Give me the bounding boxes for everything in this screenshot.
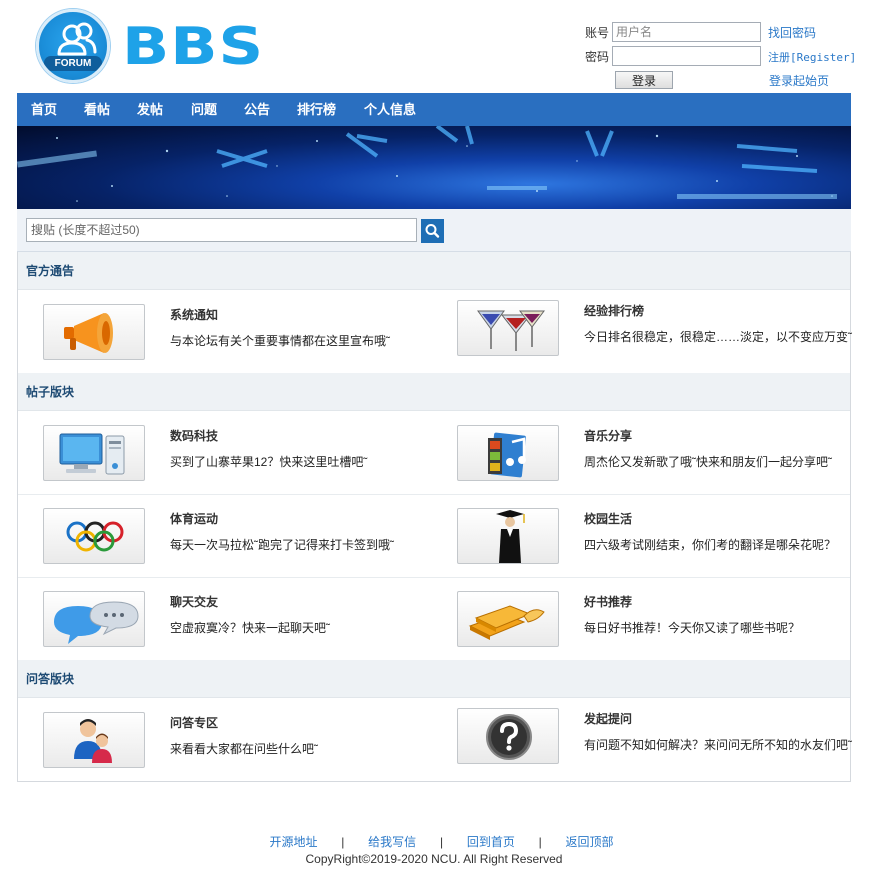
password-input[interactable] xyxy=(612,46,761,66)
forum-item-ask-question[interactable]: 发起提问 有问题不知如何解决？来问问无所不知的水友们吧˜ xyxy=(457,708,857,784)
brand-title: BBS xyxy=(122,15,265,77)
users-icon xyxy=(74,719,112,763)
forum-description: 有问题不知如何解决？来问问无所不知的水友们吧˜ xyxy=(584,738,852,752)
people-icon xyxy=(57,22,97,56)
footer-separator: | xyxy=(538,835,542,849)
footer-home-link[interactable]: 回到首页 xyxy=(467,835,515,849)
nav-home[interactable]: 首页 xyxy=(31,93,57,126)
forum-item-qa-zone[interactable]: 问答专区 来看看大家都在问些什么吧˜ xyxy=(43,712,443,788)
forum-thumb[interactable] xyxy=(457,708,559,764)
question-icon xyxy=(486,714,532,760)
row-divider xyxy=(18,494,850,495)
register-link[interactable]: 注册[Register] xyxy=(768,49,856,65)
section-posts-header: 帖子版块 xyxy=(18,373,850,411)
main-nav: 首页 看帖 发帖 问题 公告 排行榜 个人信息 xyxy=(17,93,851,126)
nav-announcements[interactable]: 公告 xyxy=(244,93,270,126)
username-input[interactable] xyxy=(612,22,761,42)
forum-item-exp-ranking[interactable]: 经验排行榜 今日排名很稳定，很稳定……淡定，以不变应万变˜ xyxy=(457,300,857,376)
nav-leaderboard[interactable]: 排行榜 xyxy=(297,93,336,126)
forum-description: 每日好书推荐！今天你又读了哪些书呢？ xyxy=(584,621,801,635)
forum-title[interactable]: 问答专区 xyxy=(170,714,218,731)
forum-title[interactable]: 体育运动 xyxy=(170,510,218,527)
forum-thumb[interactable] xyxy=(457,508,559,564)
graduate-icon xyxy=(496,510,525,563)
forum-item-campus[interactable]: 校园生活 四六级考试刚结束，你们考的翻译是哪朵花呢？ xyxy=(457,508,857,584)
footer-separator: | xyxy=(341,835,345,849)
forum-item-music[interactable]: 音乐分享 周杰伦又发新歌了哦˜快来和朋友们一起分享吧˜ xyxy=(457,425,857,501)
section-official-header: 官方通告 xyxy=(18,252,850,290)
search-bar xyxy=(17,209,851,252)
forum-title[interactable]: 好书推荐 xyxy=(584,593,632,610)
footer-source-link[interactable]: 开源地址 xyxy=(269,835,317,849)
forum-logo[interactable]: FORUM xyxy=(36,9,110,83)
forum-thumb[interactable] xyxy=(457,425,559,481)
forum-item-system-notice[interactable]: 系统通知 与本论坛有关个重要事情都在这里宣布哦˜ xyxy=(43,304,443,380)
forum-title[interactable]: 聊天交友 xyxy=(170,593,218,610)
search-icon xyxy=(425,224,440,238)
forum-description: 周杰伦又发新歌了哦˜快来和朋友们一起分享吧˜ xyxy=(584,455,832,469)
forum-thumb[interactable] xyxy=(43,304,145,360)
megaphone-icon xyxy=(64,313,113,353)
forum-title[interactable]: 系统通知 xyxy=(170,306,218,323)
forum-title[interactable]: 校园生活 xyxy=(584,510,632,527)
forum-description: 空虚寂寞冷？快来一起聊天吧˜ xyxy=(170,621,330,635)
footer-separator: | xyxy=(439,835,444,849)
nav-new-post[interactable]: 发帖 xyxy=(137,93,163,126)
logo-badge: FORUM xyxy=(44,56,102,71)
login-homepage-link[interactable]: 登录起始页 xyxy=(769,72,829,89)
forum-title[interactable]: 音乐分享 xyxy=(584,427,632,444)
forum-description: 四六级考试刚结束，你们考的翻译是哪朵花呢？ xyxy=(584,538,837,552)
forum-title[interactable]: 经验排行榜 xyxy=(584,302,644,319)
nav-profile[interactable]: 个人信息 xyxy=(364,93,416,126)
search-input[interactable] xyxy=(26,218,417,242)
forum-item-sports[interactable]: 体育运动 每天一次马拉松˜跑完了记得来打卡签到哦˜ xyxy=(43,508,443,584)
forum-thumb[interactable] xyxy=(457,300,559,356)
forum-panel: 官方通告 系统通知 与本论坛有关个重要事情都在这里宣布哦˜ 经验排行榜 今日排名… xyxy=(17,252,852,782)
forum-title[interactable]: 数码科技 xyxy=(170,427,218,444)
forum-thumb[interactable] xyxy=(43,712,145,768)
footer-mail-link[interactable]: 给我写信 xyxy=(368,835,416,849)
forum-title[interactable]: 发起提问 xyxy=(584,710,632,727)
forum-thumb[interactable] xyxy=(457,591,559,647)
nav-view-posts[interactable]: 看帖 xyxy=(84,93,110,126)
books-icon xyxy=(468,605,545,640)
search-button[interactable] xyxy=(421,219,444,243)
forum-item-digital-tech[interactable]: 数码科技 买到了山寨苹果12？快来这里吐槽吧˜ xyxy=(43,425,443,501)
login-button[interactable]: 登录 xyxy=(615,71,673,89)
footer-top-link[interactable]: 返回顶部 xyxy=(566,835,614,849)
forum-thumb[interactable] xyxy=(43,425,145,481)
forum-thumb[interactable] xyxy=(43,591,145,647)
footer-links: 开源地址 | 给我写信 | 回到首页 | 返回顶部 xyxy=(0,833,883,850)
password-label: 密码 xyxy=(585,50,610,64)
forum-thumb[interactable] xyxy=(43,508,145,564)
forum-description: 来看看大家都在问些什么吧˜ xyxy=(170,742,318,756)
copyright: CopyRight©2019-2020 NCU. All Right Reser… xyxy=(305,852,563,866)
forum-description: 今日排名很稳定，很稳定……淡定，以不变应万变˜ xyxy=(584,330,852,344)
header-banner xyxy=(17,126,851,209)
forum-item-books[interactable]: 好书推荐 每日好书推荐！今天你又读了哪些书呢？ xyxy=(457,591,857,667)
forum-description: 每天一次马拉松˜跑完了记得来打卡签到哦˜ xyxy=(170,538,394,552)
forum-description: 买到了山寨苹果12？快来这里吐槽吧˜ xyxy=(170,455,368,469)
olympic-rings-icon xyxy=(66,521,124,552)
account-label: 账号 xyxy=(585,26,610,40)
forum-description: 与本论坛有关个重要事情都在这里宣布哦˜ xyxy=(170,334,390,348)
music-film-icon xyxy=(488,432,526,478)
forum-item-chat[interactable]: 聊天交友 空虚寂寞冷？快来一起聊天吧˜ xyxy=(43,591,443,667)
cocktail-glasses-icon xyxy=(477,310,545,351)
row-divider xyxy=(18,577,850,578)
nav-questions[interactable]: 问题 xyxy=(191,93,217,126)
forgot-password-link[interactable]: 找回密码 xyxy=(768,24,816,41)
section-qa-header: 问答版块 xyxy=(18,660,850,698)
chat-bubbles-icon xyxy=(54,601,139,644)
computer-icon xyxy=(59,433,125,475)
